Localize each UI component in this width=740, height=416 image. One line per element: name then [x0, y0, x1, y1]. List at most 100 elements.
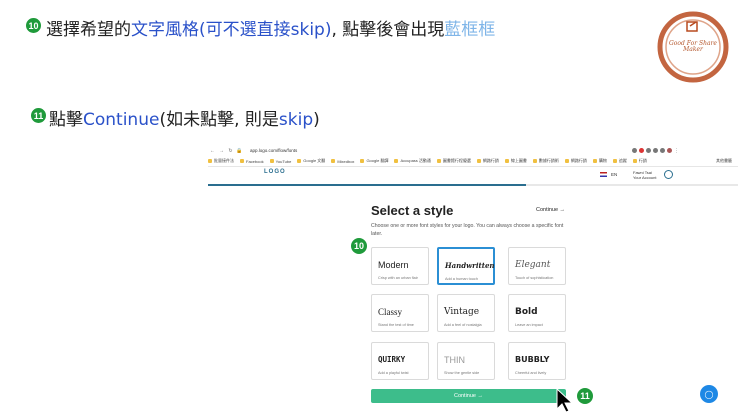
step-10-text-b: 文字風格(可不選直接skip) [131, 20, 332, 40]
bookmark-item[interactable]: Google 文翻 [297, 158, 325, 164]
style-card-handwritten[interactable]: Handwritten Add a human touch [437, 247, 495, 285]
us-flag-icon [600, 172, 607, 177]
bookmark-folder-icon [504, 159, 509, 163]
step-10-instruction: 選擇希望的文字風格(可不選直接skip), 點擊後會出現藍框框 [46, 15, 495, 40]
back-icon[interactable]: ← [208, 148, 217, 154]
style-sub: Stand the test of time [378, 323, 414, 327]
style-sub: Touch of sophistication [515, 276, 554, 280]
bookmark-item[interactable]: 數據行銷術 [532, 158, 559, 164]
bookmark-label: 網路行銷 [570, 158, 587, 163]
style-name: Handwritten [445, 261, 495, 270]
language-label: EN [611, 172, 618, 177]
page-description: Choose one or more font styles for your … [371, 223, 564, 237]
bookmark-item[interactable]: Accupass 活動通 [394, 158, 431, 164]
extension-icon[interactable] [653, 148, 658, 153]
reload-icon[interactable]: ↻ [226, 148, 235, 154]
bookmark-folder-icon [532, 159, 537, 163]
step-11-text-e: ) [313, 110, 320, 130]
bookmark-label: Facebook [246, 158, 264, 164]
bookmark-label: 圖書館行程優選 [442, 158, 471, 163]
style-card-vintage[interactable]: Vintage Add a feel of nostalgia [437, 294, 495, 332]
style-name: Bold [515, 307, 538, 317]
style-card-classy[interactable]: Classy Stand the test of time [371, 294, 429, 332]
address-bar: ← → ↻ 🔒 app.logo.com/flow/fonts ⋮ [208, 145, 738, 156]
bookmark-label: 批量接件法 [214, 158, 234, 163]
url-field[interactable]: app.logo.com/flow/fonts [250, 148, 630, 153]
bookmark-label: Accupass 活動通 [400, 158, 431, 163]
extension-icon[interactable] [646, 148, 651, 153]
bookmark-label: Google 翻譯 [366, 158, 389, 163]
style-card-bubbly[interactable]: BUBBLY Cheerful and lively [508, 342, 566, 380]
bookmark-item[interactable]: 購物 [592, 158, 607, 164]
step-11-instruction: 點擊Continue(如未點擊, 則是skip) [49, 105, 320, 130]
other-bookmarks[interactable]: 其他書籤 [716, 158, 732, 164]
step-11-text-c: (如未點擊, 則是 [159, 110, 279, 130]
style-card-thin[interactable]: THIN Show the gentle side [437, 342, 495, 380]
extension-icon[interactable] [632, 148, 637, 153]
bookmark-item[interactable]: 線上圖書 [504, 158, 527, 164]
style-card-elegant[interactable]: Elegant Touch of sophistication [508, 247, 566, 285]
bookmark-folder-icon [208, 159, 212, 163]
bookmark-item[interactable]: 圖書館行程優選 [436, 158, 471, 164]
bookmark-item[interactable]: Google 翻譯 [360, 158, 388, 164]
style-card-bold[interactable]: Bold Leave an impact [508, 294, 566, 332]
bookmark-label: Mixedbox [337, 158, 355, 164]
style-card-quirky[interactable]: QUIRKY Add a playful twist [371, 342, 429, 380]
browser-window: ← → ↻ 🔒 app.logo.com/flow/fonts ⋮ 批量接件法 F… [208, 145, 738, 416]
step-10-text-c: , 點擊後會出現 [331, 20, 445, 40]
progress-fill [208, 184, 526, 186]
user-account[interactable]: Fawni Tsai Your Account [633, 170, 656, 180]
continue-button[interactable]: Continue → [371, 389, 566, 403]
bookmark-item[interactable]: 網路行銷 [476, 158, 499, 164]
chat-icon: ◯ [704, 389, 714, 399]
style-name: QUIRKY [378, 355, 406, 364]
language-selector[interactable]: EN [600, 172, 617, 177]
progress-bar [208, 184, 738, 186]
bookmark-label: 網路行銷 [482, 158, 499, 163]
style-sub: Show the gentle side [444, 371, 480, 375]
extension-icon[interactable] [639, 148, 644, 153]
style-name: Vintage [444, 307, 480, 317]
bookmark-item[interactable]: Mixedbox [331, 159, 354, 164]
bookmark-item[interactable]: 追蹤 [612, 158, 627, 164]
bookmark-folder-icon [360, 159, 365, 163]
bookmark-item[interactable]: 網路行銷 [564, 158, 587, 164]
menu-icon[interactable]: ⋮ [672, 148, 681, 154]
bookmark-folder-icon [564, 159, 569, 163]
bookmark-folder-icon [331, 159, 336, 163]
bookmark-folder-icon [269, 159, 274, 163]
style-sub: Add a feel of nostalgia [444, 323, 482, 327]
bookmark-item[interactable]: 批量接件法 [208, 158, 234, 164]
style-name: Elegant [515, 260, 551, 270]
help-chat-button[interactable]: ◯ [700, 385, 718, 403]
bookmark-folder-icon [632, 159, 637, 163]
style-card-modern[interactable]: Modern Crisp with an urban flair [371, 247, 429, 285]
forward-icon[interactable]: → [217, 148, 226, 154]
step-11-text-a: 點擊 [49, 110, 83, 130]
step-10-badge: 10 [26, 18, 41, 33]
style-sub: Add a playful twist [378, 371, 409, 375]
app-logo[interactable]: LOGO [264, 169, 285, 175]
app-header: LOGO EN Fawni Tsai Your Account [208, 166, 738, 186]
bookmark-item[interactable]: YouTube [269, 159, 291, 164]
avatar-icon[interactable] [664, 170, 673, 179]
bookmark-item[interactable]: Facebook [240, 159, 264, 164]
step-11-text-b: Continue [83, 110, 160, 130]
bookmark-label: Google 文翻 [303, 158, 326, 163]
bookmark-item[interactable]: 行銷 [632, 158, 647, 164]
style-name: THIN [444, 355, 465, 365]
style-name: BUBBLY [515, 355, 550, 364]
bookmark-label: 數據行銷術 [538, 158, 559, 163]
bookmark-folder-icon [436, 159, 441, 163]
lock-icon: 🔒 [236, 147, 243, 154]
bookmark-folder-icon [240, 159, 244, 163]
extension-icon[interactable] [660, 148, 665, 153]
good-for-share-logo: Good For Share Maker [654, 8, 732, 86]
step-10-text-a: 選擇希望的 [46, 20, 131, 40]
step-10-text-d: 藍框框 [444, 20, 496, 40]
continue-link[interactable]: Continue → [536, 207, 565, 213]
style-sub: Leave an impact [515, 323, 543, 327]
bookmark-folder-icon [592, 159, 597, 163]
style-sub: Crisp with an urban flair [378, 276, 418, 280]
overlay-badge-11: 11 [577, 388, 593, 404]
